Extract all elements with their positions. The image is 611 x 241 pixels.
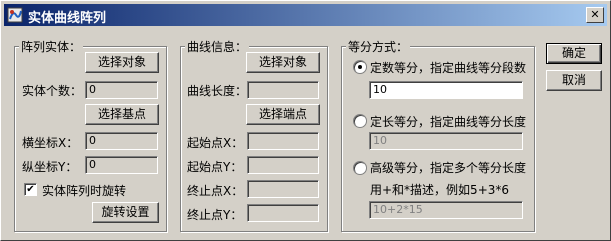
- radio-fixed-length[interactable]: [353, 114, 367, 128]
- radio-advanced-label[interactable]: 高级等分，指定多个等分长度: [370, 159, 526, 176]
- radio-fixed-count[interactable]: [353, 60, 367, 74]
- rotate-checkbox-label[interactable]: 实体阵列时旋转: [42, 182, 126, 199]
- x-coord-label: 横坐标X：: [22, 136, 79, 150]
- window-title: 实体曲线阵列: [28, 11, 107, 26]
- radio-advanced-hint: 用+和*描述，例如5+3*6: [370, 183, 510, 197]
- select-endpoint-button[interactable]: 选择端点: [246, 104, 320, 125]
- app-icon: [7, 7, 23, 23]
- start-y-label: 起始点Y：: [187, 160, 243, 174]
- segment-length-field[interactable]: 10: [369, 132, 523, 150]
- y-coord-field[interactable]: 0: [85, 156, 158, 174]
- curve-length-label: 曲线长度：: [187, 84, 248, 98]
- start-x-label: 起始点X：: [187, 136, 244, 150]
- radio-selected-icon: [358, 65, 362, 69]
- ok-button[interactable]: 确定: [546, 43, 602, 64]
- cancel-button[interactable]: 取消: [546, 70, 602, 91]
- radio-fixed-length-label[interactable]: 定长等分，指定曲线等分长度: [370, 113, 526, 130]
- curve-length-field[interactable]: [247, 81, 319, 99]
- radio-fixed-count-label[interactable]: 定数等分，指定曲线等分段数: [370, 59, 526, 76]
- rotate-checkbox[interactable]: ✔: [24, 183, 37, 196]
- start-y-field[interactable]: [247, 156, 319, 174]
- close-button[interactable]: ✕: [586, 7, 604, 23]
- entity-count-field[interactable]: 0: [85, 81, 158, 99]
- end-y-label: 终止点Y：: [187, 208, 243, 222]
- title-bar[interactable]: 实体曲线阵列 ✕: [4, 4, 607, 26]
- rotate-settings-button[interactable]: 旋转设置: [92, 202, 159, 223]
- dialog-window: 实体曲线阵列 ✕ 阵列实体： 选择对象 实体个数： 0 选择基点 横坐标X： 0…: [0, 0, 611, 241]
- end-x-label: 终止点X：: [187, 184, 244, 198]
- close-icon: ✕: [590, 8, 600, 21]
- end-y-field[interactable]: [247, 204, 319, 222]
- curve-info-legend: 曲线信息：: [185, 38, 250, 55]
- entity-count-label: 实体个数：: [22, 84, 83, 98]
- radio-advanced[interactable]: [353, 161, 367, 175]
- end-x-field[interactable]: [247, 180, 319, 198]
- x-coord-field[interactable]: 0: [85, 132, 158, 150]
- curve-select-object-button[interactable]: 选择对象: [246, 52, 320, 73]
- array-entity-legend: 阵列实体：: [19, 38, 84, 55]
- select-object-button[interactable]: 选择对象: [85, 52, 159, 73]
- divide-mode-legend: 等分方式：: [346, 38, 411, 55]
- advanced-expression-field[interactable]: 10+2*15: [369, 201, 523, 219]
- checkmark-icon: ✔: [26, 184, 35, 195]
- select-base-point-button[interactable]: 选择基点: [85, 104, 159, 125]
- segment-count-field[interactable]: 10: [369, 81, 523, 99]
- start-x-field[interactable]: [247, 132, 319, 150]
- y-coord-label: 纵坐标Y：: [22, 160, 78, 174]
